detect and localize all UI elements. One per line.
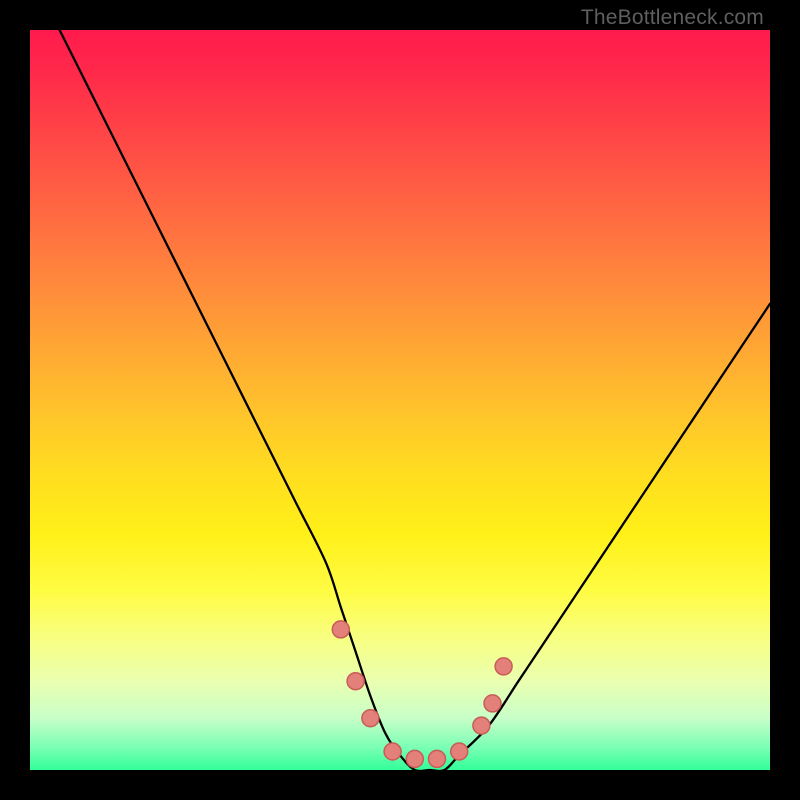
curve-markers (332, 621, 512, 768)
curve-marker (332, 621, 349, 638)
bottleneck-curve-path (60, 30, 770, 770)
curve-marker (429, 750, 446, 767)
curve-marker (451, 743, 468, 760)
curve-marker (347, 673, 364, 690)
curve-layer (30, 30, 770, 770)
plot-area (30, 30, 770, 770)
curve-marker (406, 750, 423, 767)
curve-marker (384, 743, 401, 760)
curve-marker (473, 717, 490, 734)
curve-marker (495, 658, 512, 675)
watermark-text: TheBottleneck.com (581, 6, 764, 30)
curve-marker (362, 710, 379, 727)
curve-marker (484, 695, 501, 712)
chart-frame: TheBottleneck.com (0, 0, 800, 800)
